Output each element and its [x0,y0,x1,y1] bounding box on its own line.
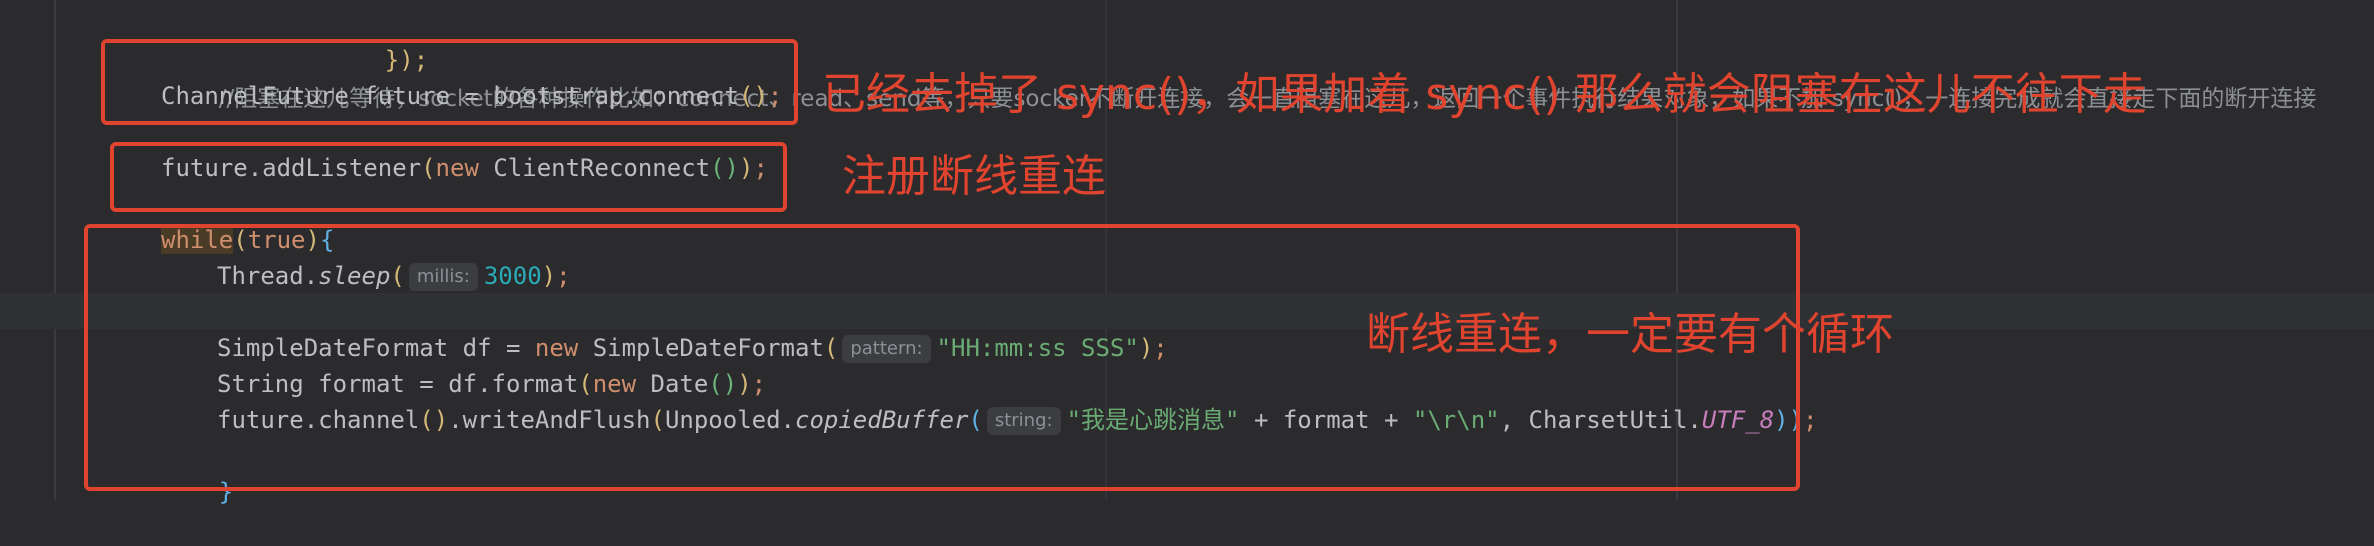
annotation-register: 注册断线重连 [842,151,1106,202]
annotation-sync: 已经去掉了 sync()，如果加着 sync() 那么就会阻塞在这儿不往下走 [822,69,2147,120]
semicolon: ; [1803,406,1818,434]
highlight-box-connect [101,39,798,125]
annotation-loop: 断线重连，一定要有个循环 [1366,309,1894,360]
code-line-brace[interactable]: }); [327,6,428,74]
indent-guide [54,0,56,500]
highlight-box-listener [110,142,787,212]
